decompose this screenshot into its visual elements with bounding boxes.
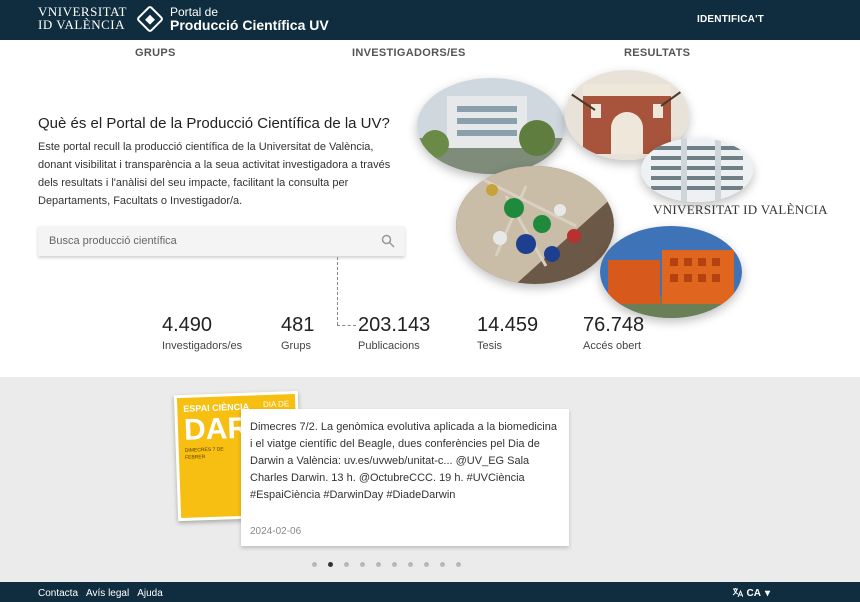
stat-grups[interactable]: 481 Grups [281, 314, 314, 352]
uv-wordmark: VNIVERSITAT ID VALÈNCIA [653, 202, 828, 217]
stat-label: Tesis [477, 340, 503, 352]
carousel-dot[interactable] [456, 562, 461, 567]
portal-logo[interactable]: Portal de Producció Científica UV [135, 4, 329, 34]
stat-value: 481 [281, 314, 315, 336]
carousel-dot[interactable] [312, 562, 317, 567]
uv-logo-line2: ID VALÈNCIA [38, 17, 125, 32]
photo-glass-facade [641, 138, 753, 202]
carousel-dot[interactable] [376, 562, 381, 567]
news-date: 2024-02-06 [250, 526, 302, 537]
carousel-dots [312, 562, 461, 567]
stat-label: Publicacions [358, 340, 420, 352]
uv-logo[interactable]: VNIVERSITAT ID VALÈNCIA [38, 5, 127, 31]
stat-label: Grups [281, 340, 311, 352]
identify-button[interactable]: IDENTIFICA'T [697, 14, 764, 25]
poster-big-text: DAR [183, 411, 250, 447]
photo-molecule-model [456, 166, 614, 284]
carousel-dot[interactable] [408, 562, 413, 567]
stat-investigadors[interactable]: 4.490 Investigadors/es [162, 314, 242, 352]
carousel-dot-active[interactable] [328, 562, 333, 567]
poster-small-text: DIMECRES 7 DE FEBRER [184, 446, 224, 461]
search-input[interactable] [38, 226, 358, 256]
stat-label: Investigadors/es [162, 340, 243, 352]
portal-title-line2: Producció Científica UV [170, 17, 329, 33]
stat-value: 4.490 [162, 314, 213, 336]
news-card[interactable]: Dimecres 7/2. La genòmica evolutiva apli… [241, 409, 569, 546]
carousel-dot[interactable] [440, 562, 445, 567]
photo-orange-building [600, 226, 742, 318]
stat-publicacions[interactable]: 203.143 Publicacions [358, 314, 430, 352]
nav-investigadors[interactable]: INVESTIGADORS/ES [352, 47, 466, 59]
carousel-dot[interactable] [424, 562, 429, 567]
carousel-dot[interactable] [360, 562, 365, 567]
photo-modern-building [417, 78, 565, 174]
search-box [38, 226, 405, 256]
footer-link-contacta[interactable]: Contacta [38, 588, 78, 599]
stat-label: Accés obert [583, 340, 642, 352]
nav-resultats[interactable]: RESULTATS [624, 47, 690, 59]
stat-value: 203.143 [358, 314, 431, 336]
search-icon[interactable] [381, 234, 395, 253]
language-label: CA [746, 588, 761, 599]
news-text: Dimecres 7/2. La genòmica evolutiva apli… [250, 421, 557, 501]
nav-grups[interactable]: GRUPS [135, 47, 176, 59]
poster-side-text: DIA DE [262, 399, 290, 410]
connector-line [337, 257, 338, 325]
carousel-dot[interactable] [392, 562, 397, 567]
top-header: VNIVERSITAT ID VALÈNCIA Portal de Produc… [0, 0, 860, 40]
footer-link-avis-legal[interactable]: Avís legal [86, 588, 129, 599]
caret-down-icon: ▾ [764, 588, 770, 599]
stat-acces-obert[interactable]: 76.748 Accés obert [583, 314, 644, 352]
hero-title: Què és el Portal de la Producció Científ… [38, 115, 390, 132]
footer: Contacta Avís legal Ajuda CA ▾ [0, 582, 860, 602]
hero-description: Este portal recull la producció científi… [38, 141, 391, 207]
stat-tesis[interactable]: 14.459 Tesis [477, 314, 538, 352]
language-selector[interactable]: CA ▾ [732, 587, 770, 600]
translate-icon [732, 587, 743, 600]
carousel-dot[interactable] [344, 562, 349, 567]
portal-diamond-icon [135, 4, 165, 34]
stat-value: 14.459 [477, 314, 539, 336]
footer-link-ajuda[interactable]: Ajuda [137, 588, 163, 599]
connector-line-horizontal [337, 325, 356, 326]
stat-value: 76.748 [583, 314, 645, 336]
